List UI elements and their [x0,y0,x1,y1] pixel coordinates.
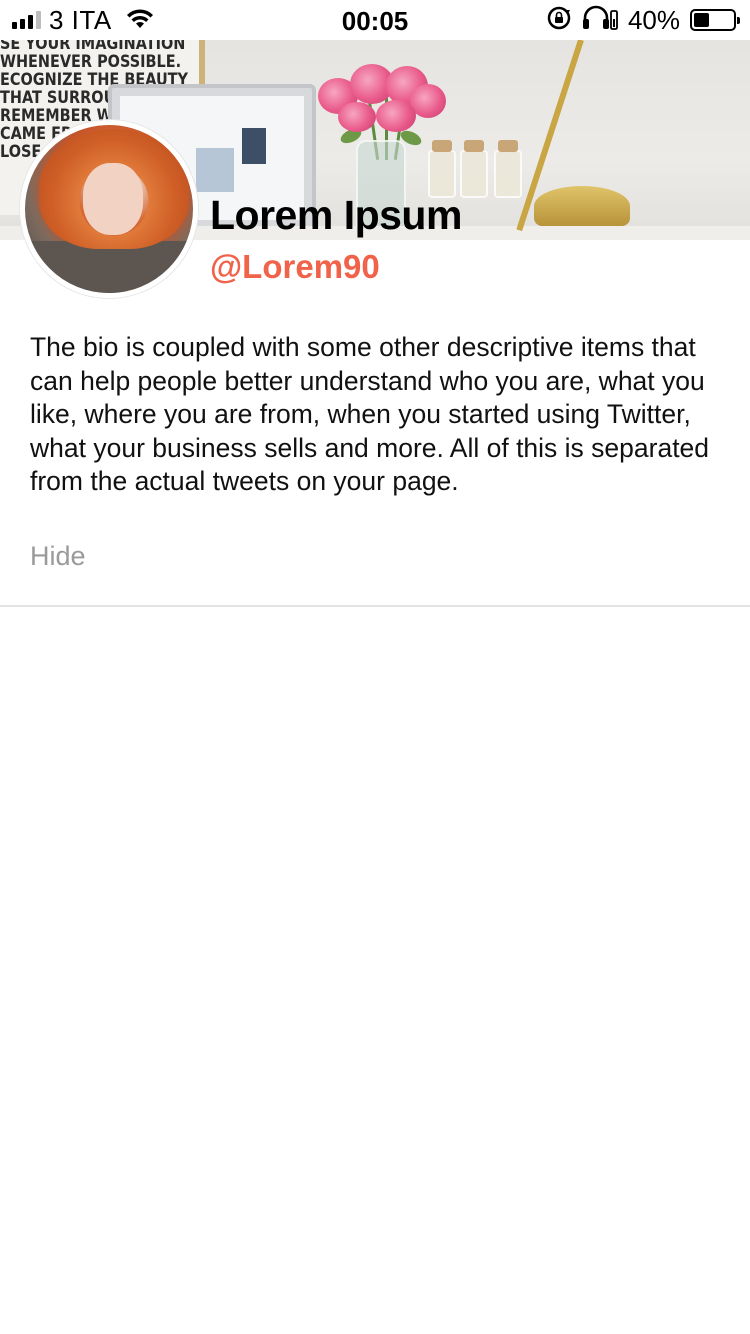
avatar[interactable] [20,120,198,298]
profile-username: @Lorem90 [210,248,380,285]
poster-line: WHENEVER POSSIBLE. [0,52,182,72]
hide-bio-button[interactable]: Hide [30,541,86,572]
profile-display-name: Lorem Ipsum [210,192,462,238]
battery-fill [694,13,709,27]
status-bar: 3 ITA 00:05 40% [0,0,750,40]
section-divider [0,605,750,607]
status-right: 40% [546,4,740,36]
battery-icon [690,9,740,31]
battery-percent: 40% [627,4,680,35]
profile-bio: The bio is coupled with some other descr… [30,332,710,496]
orientation-lock-icon [546,5,572,36]
headphones-icon [582,5,618,36]
